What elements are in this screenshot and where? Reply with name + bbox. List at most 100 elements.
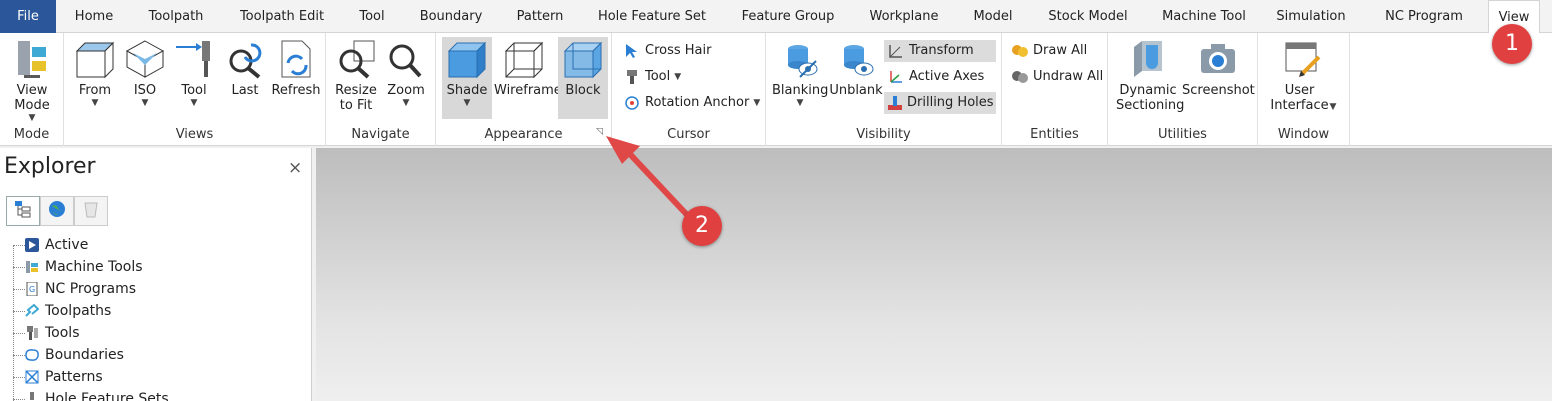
tool-view-button[interactable]: Tool ▼ bbox=[170, 37, 218, 108]
tab-workplane[interactable]: Workplane bbox=[862, 0, 946, 33]
tab-pattern[interactable]: Pattern bbox=[504, 0, 576, 33]
unblank-button[interactable]: Unblank bbox=[828, 37, 884, 98]
draw-all-button[interactable]: Draw All bbox=[1008, 40, 1090, 62]
last-button[interactable]: Last bbox=[222, 37, 268, 98]
tab-toolpath-edit[interactable]: Toolpath Edit bbox=[228, 0, 336, 33]
group-label-navigate: Navigate bbox=[351, 127, 410, 142]
ribbon-tab-bar: File Home Toolpath Toolpath Edit Tool Bo… bbox=[0, 0, 1552, 34]
tab-simulation[interactable]: Simulation bbox=[1270, 0, 1352, 33]
drilling-holes-label: Drilling Holes bbox=[907, 95, 994, 110]
tab-stock-model[interactable]: Stock Model bbox=[1036, 0, 1140, 33]
magnifier-undo-icon bbox=[225, 37, 265, 81]
cursor-tool-button[interactable]: Tool ▼ bbox=[620, 66, 684, 88]
tab-boundary[interactable]: Boundary bbox=[408, 0, 494, 33]
screenshot-label: Screenshot bbox=[1182, 83, 1255, 98]
tree-item-hole-feature-sets[interactable]: Hole Feature Sets bbox=[0, 388, 169, 401]
unblank-eye-icon bbox=[836, 37, 876, 81]
screenshot-button[interactable]: Screenshot bbox=[1182, 37, 1255, 98]
tree-item-patterns[interactable]: Patterns bbox=[0, 366, 169, 388]
chevron-down-icon: ▼ bbox=[141, 98, 149, 108]
dynamic-sectioning-button[interactable]: Dynamic Sectioning bbox=[1114, 37, 1184, 113]
camera-icon bbox=[1198, 37, 1238, 81]
tree-item-label: Tools bbox=[45, 325, 80, 341]
tab-hole-feature-set[interactable]: Hole Feature Set bbox=[590, 0, 714, 33]
cursor-arrow-icon bbox=[623, 42, 641, 60]
view-mode-button[interactable]: View Mode ▼ bbox=[6, 37, 58, 123]
group-label-window: Window bbox=[1277, 127, 1330, 142]
refresh-button[interactable]: Refresh bbox=[270, 37, 322, 98]
sectioning-icon bbox=[1128, 37, 1168, 81]
explorer-tabs bbox=[6, 196, 108, 226]
close-icon[interactable]: × bbox=[288, 158, 302, 178]
transform-icon bbox=[887, 42, 905, 60]
shade-button[interactable]: Shade ▼ bbox=[442, 37, 492, 119]
view-mode-icon bbox=[12, 37, 52, 81]
tab-tool[interactable]: Tool bbox=[344, 0, 400, 33]
group-label-entities: Entities bbox=[1030, 127, 1079, 142]
explorer-title: Explorer bbox=[4, 154, 96, 179]
cross-hair-label: Cross Hair bbox=[645, 43, 712, 58]
from-button[interactable]: From ▼ bbox=[70, 37, 120, 108]
tree-item-nc-programs[interactable]: G NC Programs bbox=[0, 278, 169, 300]
resize-to-fit-button[interactable]: Resize to Fit bbox=[332, 37, 380, 113]
chevron-down-icon: ▼ bbox=[796, 98, 804, 108]
view-mode-label: View Mode bbox=[14, 83, 50, 113]
toolpath-icon bbox=[24, 303, 40, 319]
tree-item-label: Machine Tools bbox=[45, 259, 143, 275]
tree-view-tab[interactable] bbox=[6, 196, 40, 226]
active-axes-button[interactable]: Active Axes bbox=[884, 66, 987, 88]
cross-hair-button[interactable]: Cross Hair bbox=[620, 40, 714, 62]
rotation-anchor-icon bbox=[623, 94, 641, 112]
tab-model[interactable]: Model bbox=[962, 0, 1024, 33]
drilling-holes-button[interactable]: Drilling Holes bbox=[884, 92, 996, 114]
rotation-anchor-button[interactable]: Rotation Anchor ▼ bbox=[620, 92, 763, 114]
zoom-button[interactable]: Zoom ▼ bbox=[382, 37, 430, 108]
unblank-label: Unblank bbox=[829, 83, 883, 98]
tab-machine-tool[interactable]: Machine Tool bbox=[1152, 0, 1256, 33]
group-label-visibility: Visibility bbox=[856, 127, 911, 142]
chevron-down-icon: ▼ bbox=[674, 72, 682, 82]
transform-label: Transform bbox=[909, 43, 974, 58]
resize-magnifier-icon bbox=[336, 37, 376, 81]
group-utilities: Dynamic Sectioning Screenshot Utilities bbox=[1108, 33, 1258, 146]
explorer-panel: Explorer × Active Machine Tools G NC Pro… bbox=[0, 148, 312, 401]
recycle-bin-icon bbox=[82, 200, 100, 222]
block-button[interactable]: Block bbox=[558, 37, 608, 119]
tab-toolpath[interactable]: Toolpath bbox=[132, 0, 220, 33]
group-views: From ▼ ISO ▼ Tool ▼ Last Refresh Views bbox=[64, 33, 326, 146]
zoom-label: Zoom bbox=[387, 83, 425, 98]
chevron-down-icon: ▼ bbox=[753, 98, 761, 108]
graphics-viewport[interactable] bbox=[316, 148, 1552, 401]
blanking-button[interactable]: Blanking ▼ bbox=[772, 37, 828, 108]
transform-button[interactable]: Transform bbox=[884, 40, 996, 62]
tab-feature-group[interactable]: Feature Group bbox=[730, 0, 846, 33]
rotation-anchor-label: Rotation Anchor bbox=[645, 95, 750, 110]
tree-item-machine-tools[interactable]: Machine Tools bbox=[0, 256, 169, 278]
chevron-down-icon: ▼ bbox=[91, 98, 99, 108]
tree-icon bbox=[14, 200, 32, 222]
group-label-mode: Mode bbox=[13, 127, 50, 142]
tool-bit-icon bbox=[623, 68, 641, 86]
tree-item-boundaries[interactable]: Boundaries bbox=[0, 344, 169, 366]
undraw-all-button[interactable]: Undraw All bbox=[1008, 66, 1106, 88]
tree-connector bbox=[13, 245, 14, 401]
group-entities: Draw All Undraw All Entities bbox=[1002, 33, 1108, 146]
cursor-tool-label: Tool bbox=[645, 69, 671, 84]
tree-item-active[interactable]: Active bbox=[0, 234, 169, 256]
wireframe-button[interactable]: Wireframe bbox=[494, 37, 562, 98]
iso-button[interactable]: ISO ▼ bbox=[122, 37, 168, 108]
globe-tab[interactable] bbox=[40, 196, 74, 226]
tree-item-tools[interactable]: Tools bbox=[0, 322, 169, 344]
from-label: From bbox=[78, 83, 112, 98]
tab-file[interactable]: File bbox=[0, 0, 56, 33]
tab-home[interactable]: Home bbox=[62, 0, 126, 33]
refresh-label: Refresh bbox=[271, 83, 321, 98]
user-interface-button[interactable]: User Interface▼ bbox=[1264, 37, 1342, 113]
group-label-cursor: Cursor bbox=[667, 127, 710, 142]
shaded-cube-icon bbox=[447, 37, 487, 81]
tab-nc-program[interactable]: NC Program bbox=[1372, 0, 1476, 33]
tree-item-toolpaths[interactable]: Toolpaths bbox=[0, 300, 169, 322]
ribbon-panel: View Mode ▼ Mode From ▼ ISO ▼ Tool ▼ Las… bbox=[0, 33, 1552, 146]
recycle-bin-tab[interactable] bbox=[74, 196, 108, 226]
group-cursor: Cross Hair Tool ▼ Rotation Anchor ▼ Cursor bbox=[612, 33, 766, 146]
